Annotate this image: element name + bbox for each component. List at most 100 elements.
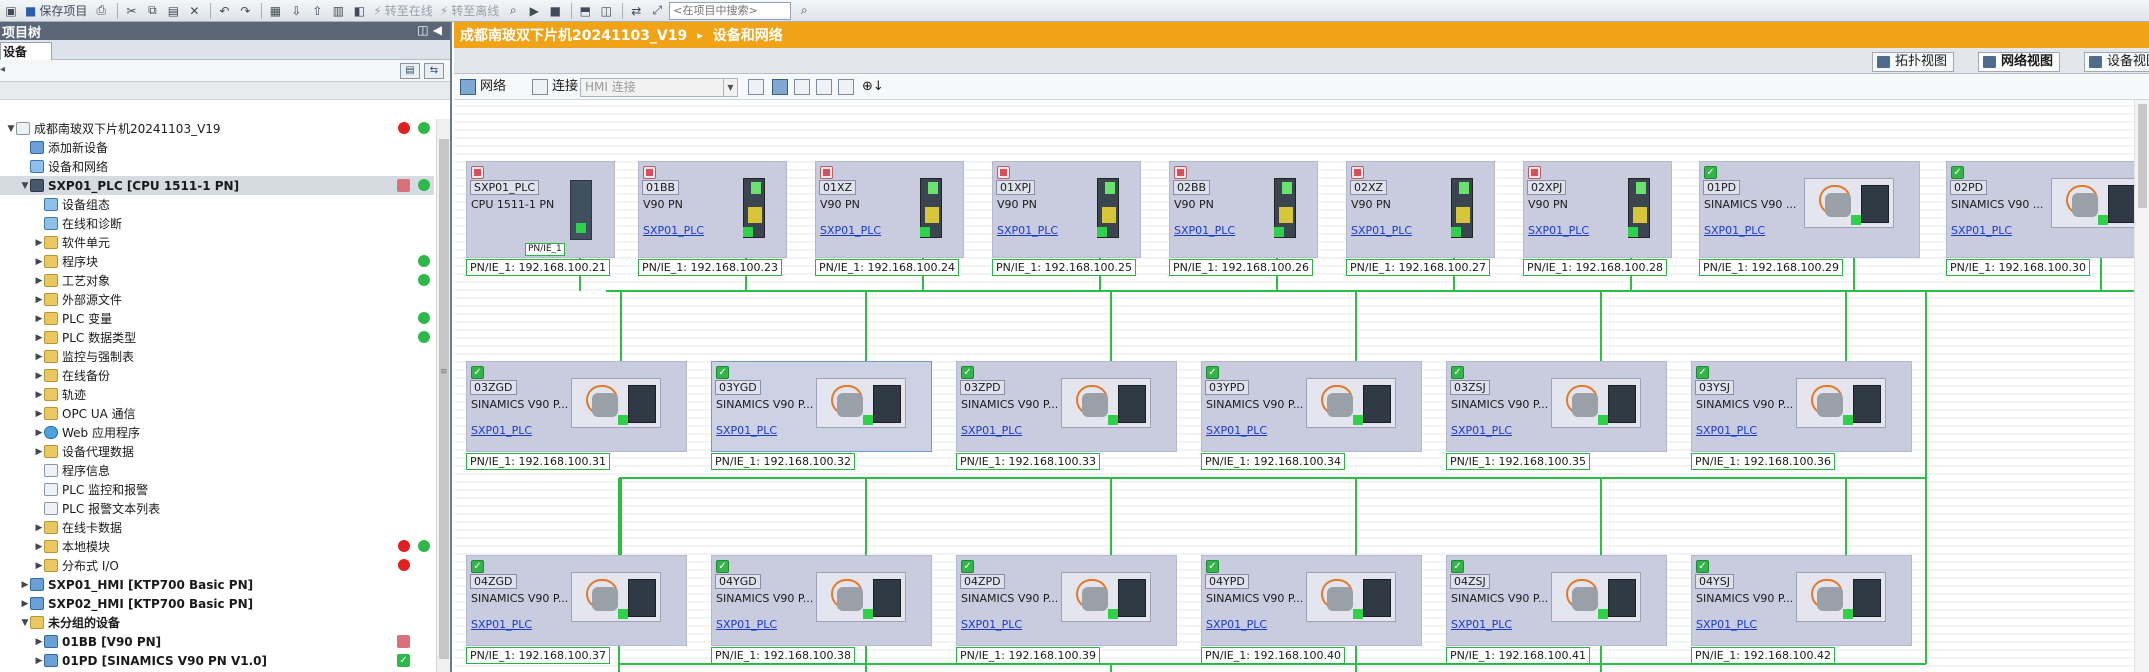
save-project-button[interactable]: ■ 保存项目	[23, 2, 89, 20]
profinet-interface-label[interactable]: PN/IE_1: 192.168.100.29	[1699, 259, 1843, 276]
delete-icon[interactable]: ✕	[185, 2, 203, 20]
tree-item[interactable]: ▶ 在线卡数据	[0, 518, 434, 537]
io-controller-link[interactable]: SXP01_PLC	[643, 224, 704, 237]
profinet-interface-label[interactable]: PN/IE_1: 192.168.100.25	[992, 259, 1136, 276]
io-controller-link[interactable]: SXP01_PLC	[1206, 424, 1267, 437]
profinet-interface-label[interactable]: PN/IE_1: 192.168.100.36	[1691, 453, 1835, 470]
tree-item[interactable]: 程序信息	[0, 461, 434, 480]
device-box[interactable]: ✓ 04YSJ SINAMICS V90 P... SXP01_PLC	[1691, 555, 1912, 646]
tree-item[interactable]: ▶ SXP01_HMI [KTP700 Basic PN]	[0, 575, 434, 594]
profinet-interface-label[interactable]: PN/IE_1: 192.168.100.27	[1346, 259, 1490, 276]
device-name[interactable]: 01XPJ	[996, 180, 1036, 195]
device-name[interactable]: 01BB	[642, 180, 680, 195]
device-name[interactable]: 02XZ	[1350, 180, 1388, 195]
io-controller-link[interactable]: SXP01_PLC	[1206, 618, 1267, 631]
io-controller-link[interactable]: SXP01_PLC	[1451, 618, 1512, 631]
expand-right-icon[interactable]: ▶	[34, 409, 44, 419]
io-controller-link[interactable]: SXP01_PLC	[716, 618, 777, 631]
compile-icon[interactable]: ▦	[266, 2, 284, 20]
zoom-icon[interactable]: ⊕↓	[862, 77, 884, 97]
profinet-port-icon[interactable]	[1353, 415, 1363, 425]
device-name[interactable]: 03YPD	[1205, 380, 1249, 395]
device-box[interactable]: ✓ 03ZSJ SINAMICS V90 P... SXP01_PLC	[1446, 361, 1667, 452]
device-name[interactable]: 04YPD	[1205, 574, 1249, 589]
expand-down-icon[interactable]: ▼	[20, 181, 30, 191]
device-box[interactable]: ✓ 01PD SINAMICS V90 ... SXP01_PLC	[1699, 161, 1920, 258]
split-horizontal-icon[interactable]: ⬒	[576, 2, 594, 20]
device-box[interactable]: ✓ 03ZPD SINAMICS V90 P... SXP01_PLC	[956, 361, 1177, 452]
canvas-vertical-scrollbar[interactable]	[2134, 100, 2149, 672]
tree-item[interactable]: 添加新设备	[0, 138, 434, 157]
device-name[interactable]: 02PD	[1950, 180, 1988, 195]
expand-right-icon[interactable]: ▶	[34, 257, 44, 267]
profinet-port-icon[interactable]	[1628, 227, 1638, 237]
device-name[interactable]: 02XPJ	[1527, 180, 1567, 195]
tree-item[interactable]: ▶ 外部源文件	[0, 290, 434, 309]
device-name[interactable]: 01XZ	[819, 180, 857, 195]
undo-icon[interactable]: ↶	[215, 2, 233, 20]
device-box[interactable]: ✓ 04ZGD SINAMICS V90 P... SXP01_PLC	[466, 555, 687, 646]
tree-item[interactable]: ▶ 工艺对象	[0, 271, 434, 290]
tree-item[interactable]: ▼ 成都南玻双下片机20241103_V19	[0, 119, 434, 138]
profinet-port-icon[interactable]	[1108, 609, 1118, 619]
device-name[interactable]: 01PD	[1703, 180, 1741, 195]
io-controller-link[interactable]: SXP01_PLC	[961, 424, 1022, 437]
expand-right-icon[interactable]: ▶	[34, 390, 44, 400]
profinet-port-icon[interactable]	[2098, 215, 2108, 225]
expand-right-icon[interactable]: ▶	[34, 428, 44, 438]
tree-scroll-left-icon[interactable]: ◂	[0, 64, 5, 75]
tree-options-icon[interactable]: ⇆	[424, 63, 444, 79]
device-box[interactable]: ✓ 02PD SINAMICS V90 ... SXP01_PLC	[1946, 161, 2149, 258]
device-name[interactable]: 04YSJ	[1695, 574, 1734, 589]
profinet-port-icon[interactable]	[1598, 609, 1608, 619]
tree-item[interactable]: ▼ SXP01_PLC [CPU 1511-1 PN]	[0, 176, 434, 195]
profinet-port-icon[interactable]	[1843, 609, 1853, 619]
device-name[interactable]: 03YSJ	[1695, 380, 1734, 395]
device-box[interactable]: ✓ 04YPD SINAMICS V90 P... SXP01_PLC	[1201, 555, 1422, 646]
device-box[interactable]: 01BB V90 PN SXP01_PLC	[638, 161, 787, 258]
io-controller-link[interactable]: SXP01_PLC	[1696, 424, 1757, 437]
expand-right-icon[interactable]: ▶	[34, 637, 44, 647]
scrollbar-thumb[interactable]	[439, 139, 449, 659]
tree-item[interactable]: ▶ 在线备份	[0, 366, 434, 385]
cut-icon[interactable]: ✂	[122, 2, 140, 20]
tree-item[interactable]: 设备和网络	[0, 157, 434, 176]
print-icon[interactable]: ⎙	[92, 2, 110, 20]
profinet-port-icon[interactable]	[920, 227, 930, 237]
profinet-port-icon[interactable]	[618, 415, 628, 425]
profinet-interface-label[interactable]: PN/IE_1: 192.168.100.39	[956, 647, 1100, 664]
profinet-interface-label[interactable]: PN/IE_1: 192.168.100.42	[1691, 647, 1835, 664]
device-name[interactable]: 04ZGD	[470, 574, 517, 589]
accessible-devices-icon[interactable]: ⌕	[504, 2, 522, 20]
io-controller-link[interactable]: SXP01_PLC	[1696, 618, 1757, 631]
page-break-icon[interactable]	[794, 79, 810, 95]
split-vertical-icon[interactable]: ◫	[597, 2, 615, 20]
tree-item[interactable]: ▶ PLC 数据类型	[0, 328, 434, 347]
maximize-icon[interactable]: ⤢	[648, 2, 666, 20]
profinet-interface-label[interactable]: PN/IE_1: 192.168.100.21	[466, 259, 610, 276]
network-button[interactable]: 网络	[480, 77, 506, 97]
profinet-port-icon[interactable]	[576, 223, 586, 233]
show-address-icon[interactable]	[772, 79, 788, 95]
io-controller-link[interactable]: SXP01_PLC	[1174, 224, 1235, 237]
profinet-port-icon[interactable]	[1843, 415, 1853, 425]
device-name[interactable]: 04YGD	[715, 574, 761, 589]
device-box[interactable]: SXP01_PLC CPU 1511-1 PN PN/IE_1	[466, 161, 615, 258]
compare-icon[interactable]: ◧	[350, 2, 368, 20]
device-box[interactable]: ✓ 03YGD SINAMICS V90 P... SXP01_PLC	[711, 361, 932, 452]
search-icon[interactable]: ⌕	[795, 2, 813, 20]
tab-network-view[interactable]: 网络视图	[1978, 52, 2061, 72]
tree-item[interactable]: ▶ 01PD [SINAMICS V90 PN V1.0] ✓	[0, 651, 434, 670]
io-controller-link[interactable]: SXP01_PLC	[820, 224, 881, 237]
stop-cpu-icon[interactable]: ■	[546, 2, 564, 20]
tree-item[interactable]: ▼ 未分组的设备	[0, 613, 434, 632]
upload-icon[interactable]: ⇧	[308, 2, 326, 20]
profinet-port-icon[interactable]	[1108, 415, 1118, 425]
device-box[interactable]: 01XZ V90 PN SXP01_PLC	[815, 161, 964, 258]
connect-button[interactable]: 连接	[552, 77, 578, 97]
device-name[interactable]: 02BB	[1173, 180, 1211, 195]
go-offline-button[interactable]: ⚡ 转至离线	[438, 2, 501, 20]
tab-device-view[interactable]: 设备视图	[2084, 52, 2149, 72]
tree-item[interactable]: ▶ SXP02_HMI [KTP700 Basic PN]	[0, 594, 434, 613]
device-name[interactable]: 04ZSJ	[1450, 574, 1490, 589]
